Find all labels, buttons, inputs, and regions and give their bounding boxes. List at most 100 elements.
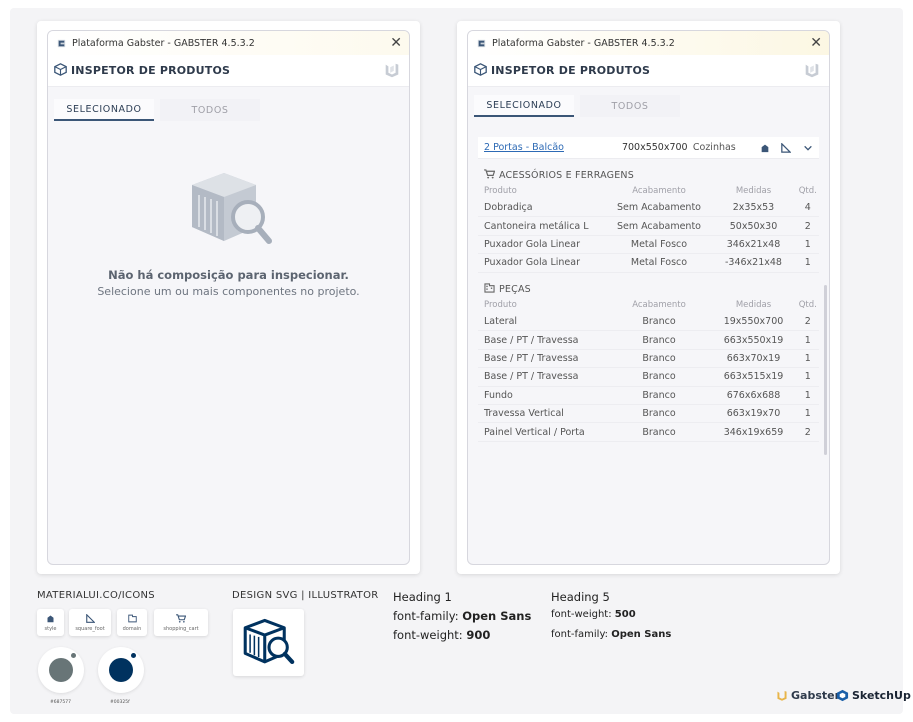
family-value: Open Sans: [611, 629, 672, 640]
empty-state: Não há composição para inspecionar. Sele…: [48, 268, 409, 298]
table-header: Produto Acabamento Medidas Qtd.: [478, 297, 819, 313]
tab-selecionado[interactable]: SELECIONADO: [474, 95, 574, 117]
domain-icon: [127, 614, 137, 622]
product-name-link[interactable]: 2 Portas - Balcão: [484, 142, 622, 153]
table-header: Produto Acabamento Medidas Qtd.: [478, 183, 819, 199]
swatch-mini: [71, 653, 76, 658]
col-acabamento: Acabamento: [632, 300, 686, 310]
col-qtd: Qtd.: [798, 186, 817, 196]
cell-acabamento: Branco: [642, 389, 676, 401]
swatch-blue-label: #00325f: [110, 700, 130, 705]
cell-acabamento: Branco: [642, 334, 676, 346]
cell-produto: Fundo: [484, 389, 513, 401]
swatch-dot: [109, 658, 133, 682]
window-title: Plataforma Gabster - GABSTER 4.5.3.2: [72, 37, 255, 49]
table-row: Base / PT / Travessa Branco 663x70x19 1: [478, 350, 819, 369]
weight-label: font-weight:: [393, 628, 463, 642]
gabster-small-icon: [476, 38, 487, 49]
table-row: Fundo Branco 676x6x688 1: [478, 387, 819, 405]
family-label: font-family:: [393, 609, 459, 623]
swatch-mini: [131, 653, 136, 658]
table-row: Puxador Gola Linear Metal Fosco -346x21x48…: [478, 254, 819, 273]
table-row: Painel Vertical / Porta Branco 346x19x659 2: [478, 423, 819, 442]
section-title: PEÇAS: [478, 281, 819, 297]
gabster-name: Gabster: [791, 689, 841, 702]
gabster-logo-icon: [803, 61, 821, 83]
cell-produto: Base / PT / Travessa: [484, 334, 579, 346]
cell-produto: Lateral: [484, 316, 518, 328]
tab-selecionado[interactable]: SELECIONADO: [54, 99, 154, 121]
cell-acabamento: Sem Acabamento: [616, 220, 701, 232]
weight-label: font-weight:: [551, 609, 612, 620]
swatch-gray-label: #687577: [50, 700, 71, 705]
inspector-header: INSPETOR DE PRODUTOS: [468, 55, 829, 87]
cell-produto: Puxador Gola Linear: [484, 238, 580, 250]
cell-produto: Base / PT / Travessa: [484, 371, 579, 383]
domain-icon: [484, 282, 495, 296]
cell-acabamento: Branco: [642, 352, 676, 364]
cell-acabamento: Branco: [642, 408, 676, 420]
heading1-weight: font-weight: 900: [393, 626, 531, 645]
swatch-dot: [49, 658, 73, 682]
col-medidas: Medidas: [735, 186, 772, 196]
cell-medidas: 663x19x70: [726, 408, 781, 420]
scrollbar[interactable]: [824, 285, 827, 455]
family-value: Open Sans: [462, 609, 532, 623]
cell-produto: Painel Vertical / Porta: [484, 426, 585, 438]
cell-produto: Base / PT / Travessa: [484, 352, 579, 364]
swatch-gray: [38, 647, 84, 693]
chevron-down-icon[interactable]: [797, 143, 819, 153]
cell-acabamento: Branco: [642, 426, 676, 438]
heading5-weight: font-weight: 500: [551, 605, 671, 625]
table-row: Cantoneira metálica L Sem Acabamento 50x50…: [478, 217, 819, 236]
icon-chip-shopping-cart: shopping_cart: [154, 609, 208, 636]
square-foot-icon[interactable]: [776, 142, 798, 153]
cube-icon: [54, 61, 67, 80]
tab-todos[interactable]: TODOS: [160, 99, 260, 121]
gabster-logo-icon: [383, 61, 401, 83]
sketchup-name: SketchUp: [852, 689, 911, 702]
tab-todos[interactable]: TODOS: [580, 95, 680, 117]
section-title-text: PEÇAS: [499, 283, 531, 295]
cell-qtd: 1: [804, 238, 811, 250]
left-inspector-window: Plataforma Gabster - GABSTER 4.5.3.2 ✕ I…: [47, 30, 410, 565]
right-titlebar: Plataforma Gabster - GABSTER 4.5.3.2 ✕: [468, 31, 829, 55]
product-dimensions: 700x550x700: [621, 142, 688, 153]
col-medidas: Medidas: [735, 300, 772, 310]
table-row: Travessa Vertical Branco 663x19x70 1: [478, 405, 819, 424]
right-inspector-window: Plataforma Gabster - GABSTER 4.5.3.2 ✕ I…: [467, 30, 830, 565]
icon-chip-domain: domain: [117, 609, 147, 636]
close-icon[interactable]: ✕: [390, 34, 402, 52]
heading5-family: font-family: Open Sans: [551, 625, 671, 645]
cell-qtd: 1: [804, 371, 811, 383]
window-title: Plataforma Gabster - GABSTER 4.5.3.2: [492, 37, 675, 49]
cell-medidas: 346x19x659: [723, 426, 784, 438]
cell-acabamento: Branco: [642, 371, 676, 383]
cell-medidas: 2x35x53: [732, 202, 775, 214]
chip-label: style: [44, 625, 57, 632]
accessories-rows: Dobradiça Sem Acabamento 2x35x53 4 Cantoneir…: [478, 199, 819, 273]
cell-qtd: 1: [804, 257, 811, 269]
cell-medidas: 346x21x48: [726, 238, 781, 250]
style-icon[interactable]: [754, 143, 776, 153]
table-row: Base / PT / Travessa Branco 663x515x19 1: [478, 368, 819, 387]
table-row: Base / PT / Travessa Branco 663x550x19 1: [478, 331, 819, 350]
col-produto: Produto: [484, 186, 517, 196]
section-title-text: ACESSÓRIOS E FERRAGENS: [499, 169, 634, 181]
materialui-label: MATERIALUI.CO/ICONS: [37, 590, 155, 601]
family-label: font-family:: [551, 629, 609, 640]
cell-qtd: 2: [804, 316, 811, 328]
cell-qtd: 1: [804, 334, 811, 346]
weight-value: 900: [466, 628, 491, 642]
close-icon[interactable]: ✕: [810, 34, 822, 52]
heading1-spec: Heading 1 font-family: Open Sans font-we…: [393, 588, 531, 645]
heading1-title: Heading 1: [393, 590, 452, 604]
cell-produto: Dobradiça: [484, 202, 533, 214]
design-icon-card: [233, 609, 304, 676]
cell-medidas: 50x50x30: [729, 220, 778, 232]
product-category: Cozinhas: [692, 142, 736, 153]
cell-medidas: 663x550x19: [723, 334, 784, 346]
inspect-box-icon: [243, 618, 294, 664]
sketchup-brand: SketchUp: [836, 689, 911, 702]
cell-produto: Puxador Gola Linear: [484, 257, 580, 269]
